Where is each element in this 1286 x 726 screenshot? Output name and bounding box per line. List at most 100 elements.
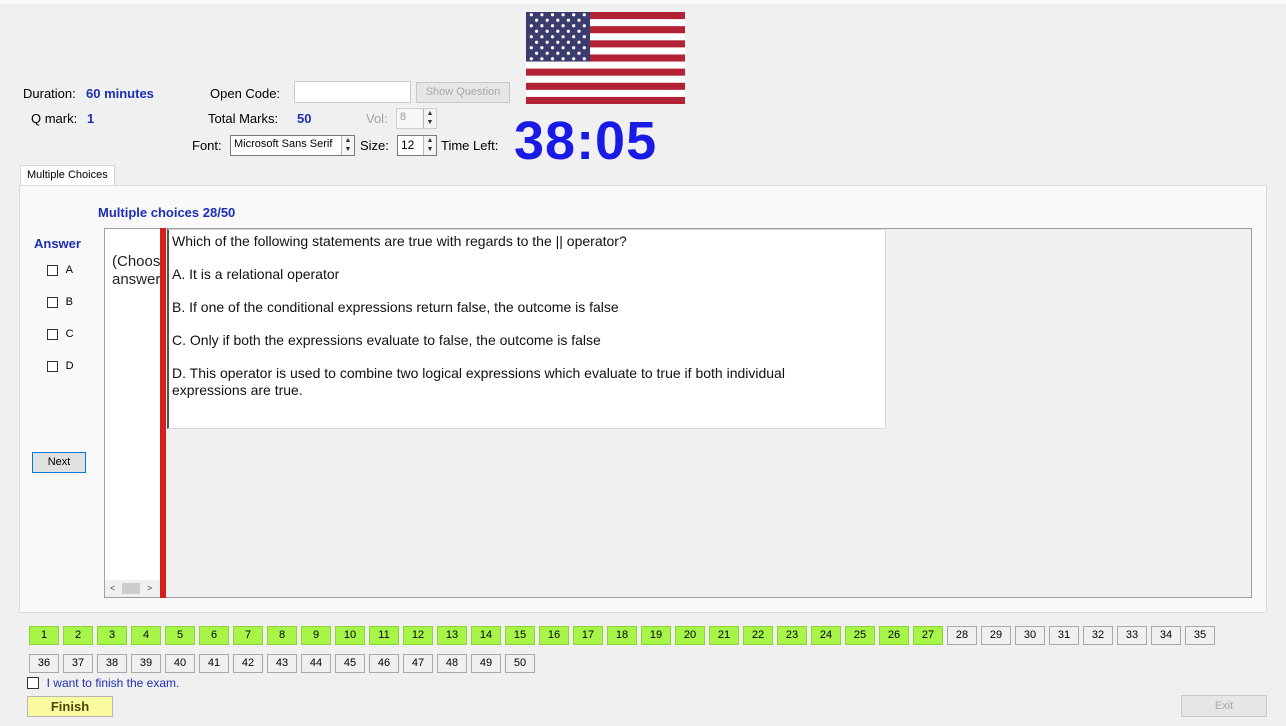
question-nav-button[interactable]: 8 [267,626,297,645]
scroll-right-icon[interactable]: > [147,580,152,597]
question-nav-button[interactable]: 12 [403,626,433,645]
question-nav-button[interactable]: 36 [29,654,59,673]
question-option-a: A. It is a relational operator [172,266,340,282]
qmark-value: 1 [87,111,95,126]
question-nav-button[interactable]: 4 [131,626,161,645]
answer-label: Answer [34,236,81,251]
window-top-edge [0,0,1286,4]
font-spin-icon[interactable]: ▲ ▼ [341,136,354,155]
question-nav-button[interactable]: 2 [63,626,93,645]
question-nav-button[interactable]: 7 [233,626,263,645]
timer-display: 38:05 [514,111,658,171]
tab-multiple-choices[interactable]: Multiple Choices [20,165,115,186]
question-nav-button[interactable]: 31 [1049,626,1079,645]
question-nav-button[interactable]: 10 [335,626,365,645]
question-nav-button[interactable]: 13 [437,626,467,645]
scroll-left-icon[interactable]: < [110,580,115,597]
question-nav-button[interactable]: 38 [97,654,127,673]
horizontal-scrollbar[interactable]: < > [105,580,160,597]
question-nav-button[interactable]: 41 [199,654,229,673]
question-nav-button[interactable]: 40 [165,654,195,673]
question-nav-button[interactable]: 17 [573,626,603,645]
question-nav-button[interactable]: 21 [709,626,739,645]
question-nav-button[interactable]: 14 [471,626,501,645]
splitter-bar[interactable] [160,228,166,598]
question-nav-button[interactable]: 19 [641,626,671,645]
answer-option-d[interactable]: D [47,360,74,375]
total-marks-label: Total Marks: [208,111,279,126]
next-button[interactable]: Next [32,452,86,473]
finish-exam-check[interactable]: I want to finish the exam. [27,676,179,692]
question-option-d: D. This operator is used to combine two … [172,365,785,398]
question-nav-button[interactable]: 11 [369,626,399,645]
question-nav-button[interactable]: 33 [1117,626,1147,645]
us-flag-icon [526,12,685,104]
question-nav-button[interactable]: 3 [97,626,127,645]
scroll-thumb[interactable] [122,583,140,594]
question-nav-button[interactable]: 49 [471,654,501,673]
question-nav-button[interactable]: 39 [131,654,161,673]
question-nav-button[interactable]: 46 [369,654,399,673]
question-option-c: C. Only if both the expressions evaluate… [172,332,601,348]
qmark-label: Q mark: [31,111,78,126]
question-nav-button[interactable]: 6 [199,626,229,645]
question-nav-button[interactable]: 22 [743,626,773,645]
question-nav-button[interactable]: 23 [777,626,807,645]
instruction-text: (Choose 1 answer) [112,253,160,288]
option-a-label: A [65,264,73,276]
question-nav-button[interactable]: 45 [335,654,365,673]
question-nav-button[interactable]: 27 [913,626,943,645]
duration-label: Duration: [23,86,76,101]
question-nav-button[interactable]: 32 [1083,626,1113,645]
vol-stepper[interactable]: 8 ▲ ▼ [396,108,437,129]
question-nav-button[interactable]: 15 [505,626,535,645]
checkbox-b[interactable] [47,297,58,308]
question-nav-button[interactable]: 37 [63,654,93,673]
question-nav-button[interactable]: 25 [845,626,875,645]
question-option-b: B. If one of the conditional expressions… [172,299,619,315]
section-title: Multiple choices 28/50 [98,205,236,220]
question-nav-button[interactable]: 26 [879,626,909,645]
question-nav-button[interactable]: 34 [1151,626,1181,645]
open-code-input[interactable] [294,81,411,103]
answer-option-c[interactable]: C [47,328,74,343]
checkbox-a[interactable] [47,265,58,276]
font-value: Microsoft Sans Serif [234,138,333,150]
tab-label: Multiple Choices [27,169,108,181]
question-nav-button[interactable]: 24 [811,626,841,645]
question-nav-button[interactable]: 48 [437,654,467,673]
vol-spin-icon[interactable]: ▲ ▼ [423,109,436,128]
finish-exam-checkbox[interactable] [27,677,39,689]
question-nav-button[interactable]: 18 [607,626,637,645]
answer-option-b[interactable]: B [47,296,73,311]
question-nav-button[interactable]: 5 [165,626,195,645]
size-value: 12 [401,138,415,152]
answer-option-a[interactable]: A [47,264,73,279]
size-stepper[interactable]: 12 ▲ ▼ [397,135,437,156]
instruction-pane: (Choose 1 answer) < > [105,229,160,597]
font-select[interactable]: Microsoft Sans Serif ▲ ▼ [230,135,355,156]
question-nav-button[interactable]: 1 [29,626,59,645]
question-nav-button[interactable]: 9 [301,626,331,645]
finish-button[interactable]: Finish [27,696,113,717]
question-nav-button[interactable]: 35 [1185,626,1215,645]
question-nav-button[interactable]: 30 [1015,626,1045,645]
question-nav-button[interactable]: 47 [403,654,433,673]
show-question-button[interactable]: Show Question [416,82,510,103]
question-nav-button[interactable]: 20 [675,626,705,645]
total-marks-value: 50 [297,111,312,126]
question-nav-button[interactable]: 44 [301,654,331,673]
checkbox-c[interactable] [47,329,58,340]
question-nav-button[interactable]: 16 [539,626,569,645]
question-nav-button[interactable]: 50 [505,654,535,673]
checkbox-d[interactable] [47,361,58,372]
size-label: Size: [360,138,389,153]
question-nav-button[interactable]: 29 [981,626,1011,645]
exit-button[interactable]: Exit [1181,695,1267,717]
duration-value: 60 minutes [86,86,154,101]
question-nav-button[interactable]: 43 [267,654,297,673]
open-code-label: Open Code: [210,86,281,101]
size-spin-icon[interactable]: ▲ ▼ [423,136,436,155]
question-nav-button[interactable]: 28 [947,626,977,645]
question-nav-button[interactable]: 42 [233,654,263,673]
